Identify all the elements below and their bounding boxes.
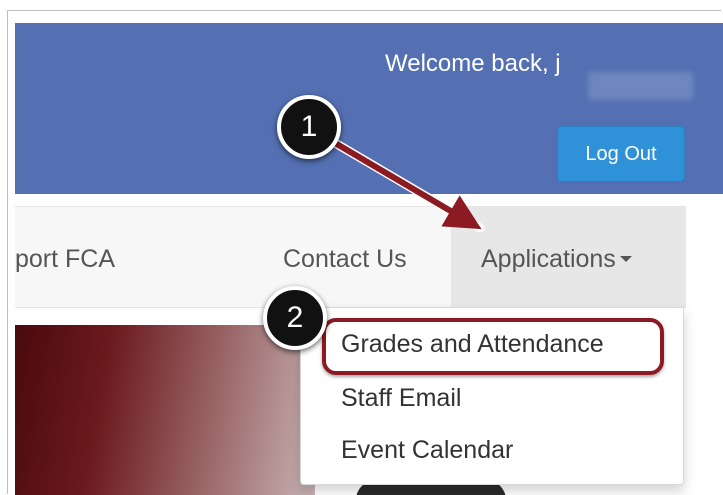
- logout-button[interactable]: Log Out: [557, 126, 685, 182]
- nav-item-applications[interactable]: Applications: [451, 207, 686, 307]
- applications-dropdown-menu: Grades and Attendance Staff Email Event …: [300, 307, 684, 485]
- redacted-username: [588, 72, 693, 100]
- welcome-message: Welcome back, j: [385, 50, 561, 77]
- caret-down-icon: [619, 255, 632, 262]
- nav-item-support-fca[interactable]: port FCA: [15, 207, 115, 307]
- screenshot-frame: Welcome back, j Log Out port FCA Contact…: [0, 0, 723, 495]
- menu-item-event-calendar[interactable]: Event Calendar: [341, 436, 513, 465]
- nav-item-applications-label: Applications: [481, 245, 616, 273]
- menu-item-grades-and-attendance[interactable]: Grades and Attendance: [341, 330, 604, 359]
- main-navbar: port FCA Contact Us Applications: [15, 206, 686, 308]
- step-1-callout: 1: [277, 95, 341, 159]
- menu-item-staff-email[interactable]: Staff Email: [341, 384, 461, 413]
- hero-image: [15, 325, 315, 495]
- step-2-callout: 2: [263, 286, 327, 350]
